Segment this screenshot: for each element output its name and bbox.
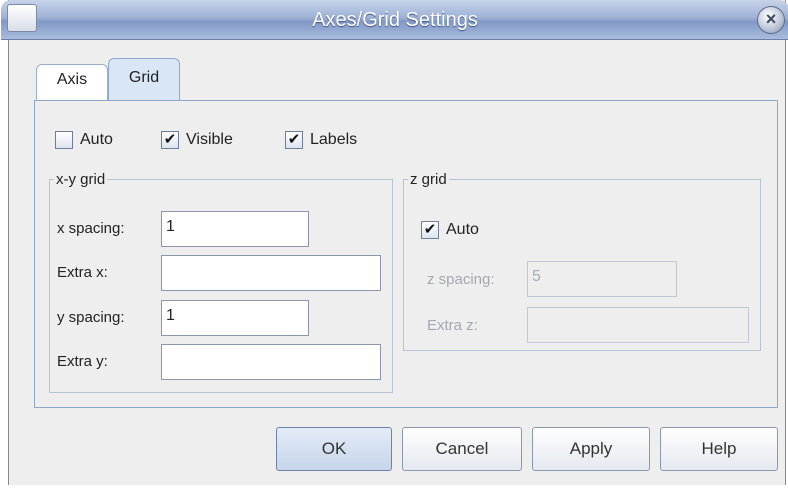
labels-checkbox-label: Labels [310,131,358,148]
visible-check-icon[interactable]: ✔ [161,131,179,149]
title-bar[interactable]: Axes/Grid Settings × [1,0,788,40]
cancel-button[interactable]: Cancel [402,427,522,471]
extra-x-label: Extra x: [57,264,108,281]
auto-checkbox-label: Auto [80,131,113,148]
z-spacing-input[interactable]: 5 [527,261,677,297]
tab-grid[interactable]: Grid [108,58,180,102]
extra-y-input[interactable] [161,344,381,380]
ok-button[interactable]: OK [276,427,392,471]
apply-button[interactable]: Apply [532,427,650,471]
tab-axis[interactable]: Axis [36,64,108,102]
xy-grid-title: x-y grid [56,171,106,188]
auto-checkbox[interactable]: Auto [55,131,113,149]
window-title: Axes/Grid Settings [312,9,478,31]
visible-checkbox-label: Visible [186,131,233,148]
z-auto-check-icon[interactable]: ✔ [421,221,439,239]
close-icon[interactable]: × [757,6,785,34]
help-button[interactable]: Help [660,427,778,471]
z-auto-checkbox[interactable]: ✔ Auto [421,221,479,239]
z-grid-title: z grid [410,171,447,188]
extra-x-input[interactable] [161,255,381,291]
auto-checkbox-box[interactable] [55,131,73,149]
x-spacing-input[interactable]: 1 [161,211,309,247]
x-spacing-label: x spacing: [57,220,125,237]
y-spacing-input[interactable]: 1 [161,300,309,336]
visible-checkbox[interactable]: ✔ Visible [161,131,233,149]
extra-y-label: Extra y: [57,353,108,370]
labels-check-icon[interactable]: ✔ [285,131,303,149]
extra-z-input[interactable] [527,307,749,343]
z-spacing-label: z spacing: [427,271,495,288]
labels-checkbox[interactable]: ✔ Labels [285,131,357,149]
z-auto-checkbox-label: Auto [446,221,479,238]
y-spacing-label: y spacing: [57,309,125,326]
grid-tab-panel: Auto ✔ Visible ✔ Labels x-y grid x spaci… [34,100,778,408]
extra-z-label: Extra z: [427,317,478,334]
